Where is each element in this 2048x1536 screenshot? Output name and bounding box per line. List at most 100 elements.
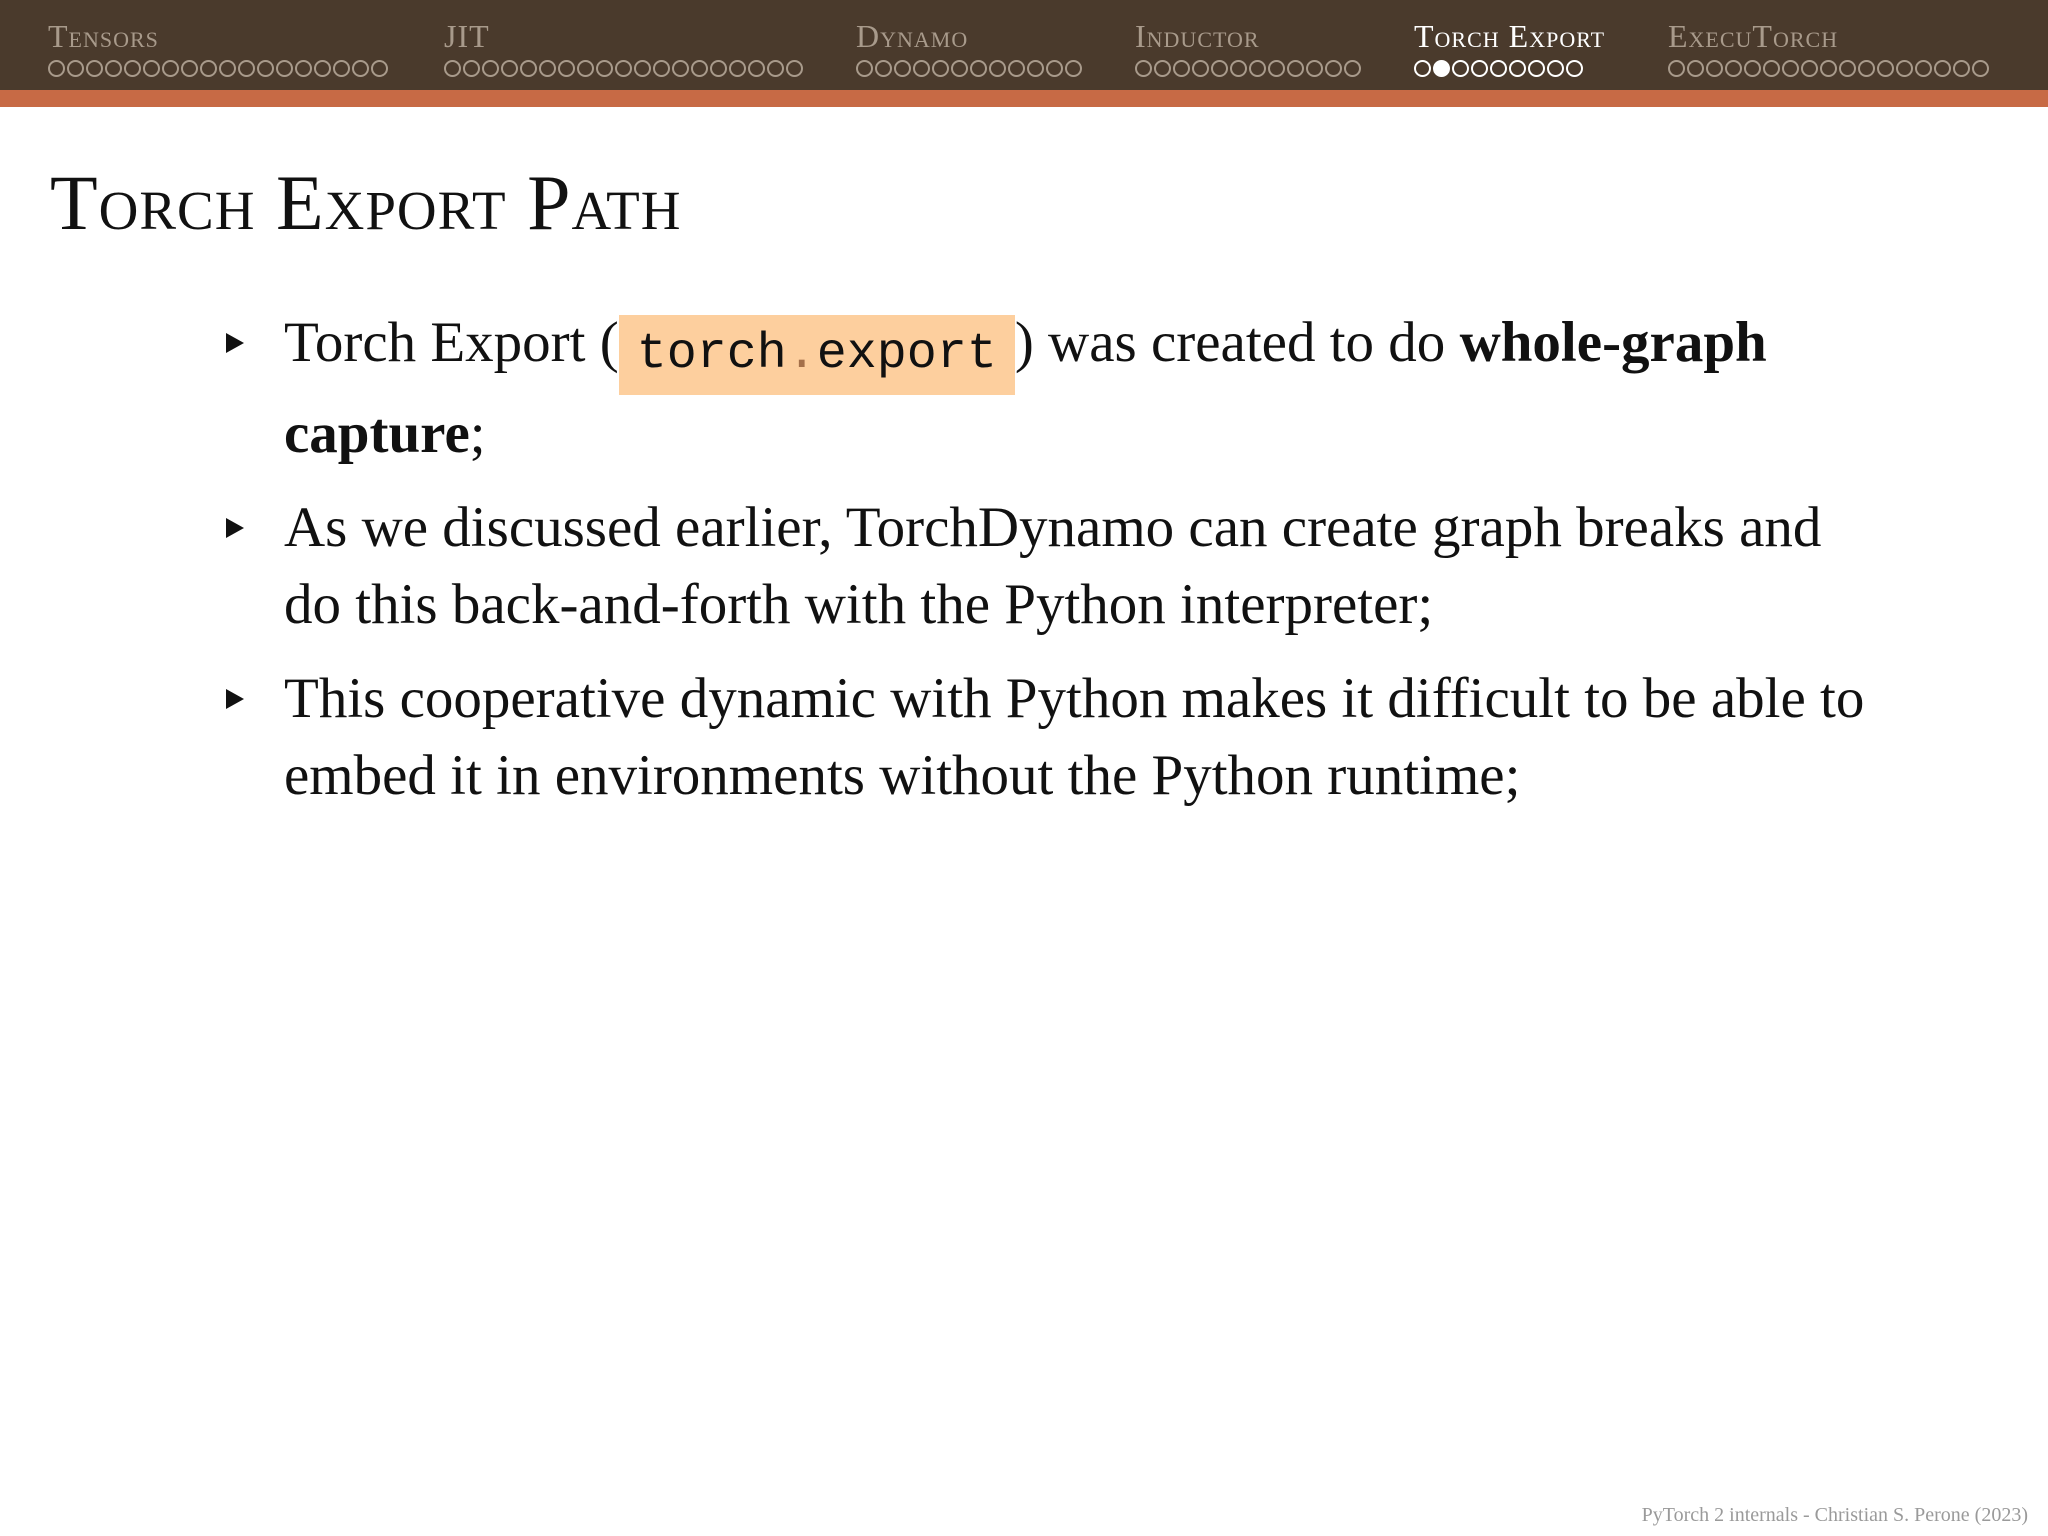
slide-dot[interactable] (1858, 60, 1875, 77)
slide-dot[interactable] (1287, 60, 1304, 77)
nav-section-title[interactable]: Inductor (1135, 18, 1363, 54)
slide-dot[interactable] (596, 60, 613, 77)
slide-dot[interactable] (67, 60, 84, 77)
current-slide-dot[interactable] (1433, 60, 1450, 77)
bullet-item: This cooperative dynamic with Python mak… (226, 660, 1876, 814)
slide-dot[interactable] (1668, 60, 1685, 77)
slide-dot[interactable] (1801, 60, 1818, 77)
slide-dot[interactable] (1065, 60, 1082, 77)
slide-dot[interactable] (1744, 60, 1761, 77)
slide-dot[interactable] (1877, 60, 1894, 77)
slide-dot[interactable] (463, 60, 480, 77)
nav-section-title[interactable]: JIT (444, 18, 805, 54)
slide-dot[interactable] (748, 60, 765, 77)
slide-dot[interactable] (124, 60, 141, 77)
slide-dot[interactable] (1211, 60, 1228, 77)
slide-dot[interactable] (143, 60, 160, 77)
slide-dot[interactable] (482, 60, 499, 77)
slide-dot[interactable] (1782, 60, 1799, 77)
slide-dot[interactable] (1763, 60, 1780, 77)
slide-dot[interactable] (691, 60, 708, 77)
slide-dot[interactable] (105, 60, 122, 77)
nav-section-dynamo[interactable]: Dynamo (856, 18, 1084, 78)
slide-dot[interactable] (1325, 60, 1342, 77)
slide-dot[interactable] (1306, 60, 1323, 77)
slide-dot[interactable] (1192, 60, 1209, 77)
slide-dot[interactable] (162, 60, 179, 77)
slide-dot[interactable] (1135, 60, 1152, 77)
slide-dot[interactable] (1046, 60, 1063, 77)
slide-dot[interactable] (1008, 60, 1025, 77)
slide-dot[interactable] (558, 60, 575, 77)
slide-dot[interactable] (1820, 60, 1837, 77)
slide-dot[interactable] (1953, 60, 1970, 77)
slide-dot[interactable] (1173, 60, 1190, 77)
slide-dot[interactable] (1687, 60, 1704, 77)
slide-dot[interactable] (352, 60, 369, 77)
slide-dot[interactable] (1972, 60, 1989, 77)
slide-dot[interactable] (951, 60, 968, 77)
slide-dot[interactable] (444, 60, 461, 77)
nav-section-tensors[interactable]: Tensors (48, 18, 390, 78)
slide-dot[interactable] (314, 60, 331, 77)
slide-dot[interactable] (653, 60, 670, 77)
slide-dot[interactable] (786, 60, 803, 77)
slide-dot[interactable] (1896, 60, 1913, 77)
nav-section-torch-export[interactable]: Torch Export (1414, 18, 1605, 78)
slide-dot[interactable] (1249, 60, 1266, 77)
slide-dot[interactable] (48, 60, 65, 77)
slide-dot[interactable] (767, 60, 784, 77)
slide-dot[interactable] (729, 60, 746, 77)
nav-section-title[interactable]: Torch Export (1414, 18, 1605, 54)
slide-dot[interactable] (200, 60, 217, 77)
slide-dot[interactable] (1915, 60, 1932, 77)
slide-dot[interactable] (1268, 60, 1285, 77)
slide-dot[interactable] (1154, 60, 1171, 77)
nav-section-title[interactable]: ExecuTorch (1668, 18, 1991, 54)
slide-dot[interactable] (1230, 60, 1247, 77)
slide-dot[interactable] (539, 60, 556, 77)
slide-dot[interactable] (1027, 60, 1044, 77)
nav-section-inductor[interactable]: Inductor (1135, 18, 1363, 78)
slide-dot[interactable] (1452, 60, 1469, 77)
slide-dot[interactable] (856, 60, 873, 77)
slide-dot[interactable] (1934, 60, 1951, 77)
slide-dot[interactable] (710, 60, 727, 77)
slide-dot[interactable] (989, 60, 1006, 77)
slide-dot[interactable] (913, 60, 930, 77)
slide-dot[interactable] (257, 60, 274, 77)
nav-section-executorch[interactable]: ExecuTorch (1668, 18, 1991, 78)
slide-dot[interactable] (333, 60, 350, 77)
slide-dot[interactable] (634, 60, 651, 77)
slide-dot[interactable] (1509, 60, 1526, 77)
slide-dot[interactable] (219, 60, 236, 77)
slide-dot[interactable] (1414, 60, 1431, 77)
slide-dot[interactable] (1490, 60, 1507, 77)
slide-dot[interactable] (238, 60, 255, 77)
nav-section-title[interactable]: Dynamo (856, 18, 1084, 54)
slide-dot[interactable] (86, 60, 103, 77)
slide-dot[interactable] (276, 60, 293, 77)
slide-dot[interactable] (932, 60, 949, 77)
slide-dot[interactable] (501, 60, 518, 77)
nav-section-title[interactable]: Tensors (48, 18, 390, 54)
slide-dot[interactable] (520, 60, 537, 77)
slide-dot[interactable] (875, 60, 892, 77)
slide-dot[interactable] (1566, 60, 1583, 77)
slide-dot[interactable] (1706, 60, 1723, 77)
slide-dot[interactable] (371, 60, 388, 77)
slide-dot[interactable] (1839, 60, 1856, 77)
slide-dot[interactable] (672, 60, 689, 77)
slide-dot[interactable] (1547, 60, 1564, 77)
slide-dot[interactable] (615, 60, 632, 77)
slide-dot[interactable] (577, 60, 594, 77)
slide-dot[interactable] (1471, 60, 1488, 77)
slide-dot[interactable] (970, 60, 987, 77)
slide-dot[interactable] (1725, 60, 1742, 77)
slide-dot[interactable] (1528, 60, 1545, 77)
slide-dot[interactable] (1344, 60, 1361, 77)
slide-dot[interactable] (295, 60, 312, 77)
slide-dot[interactable] (894, 60, 911, 77)
nav-section-jit[interactable]: JIT (444, 18, 805, 78)
slide-dot[interactable] (181, 60, 198, 77)
